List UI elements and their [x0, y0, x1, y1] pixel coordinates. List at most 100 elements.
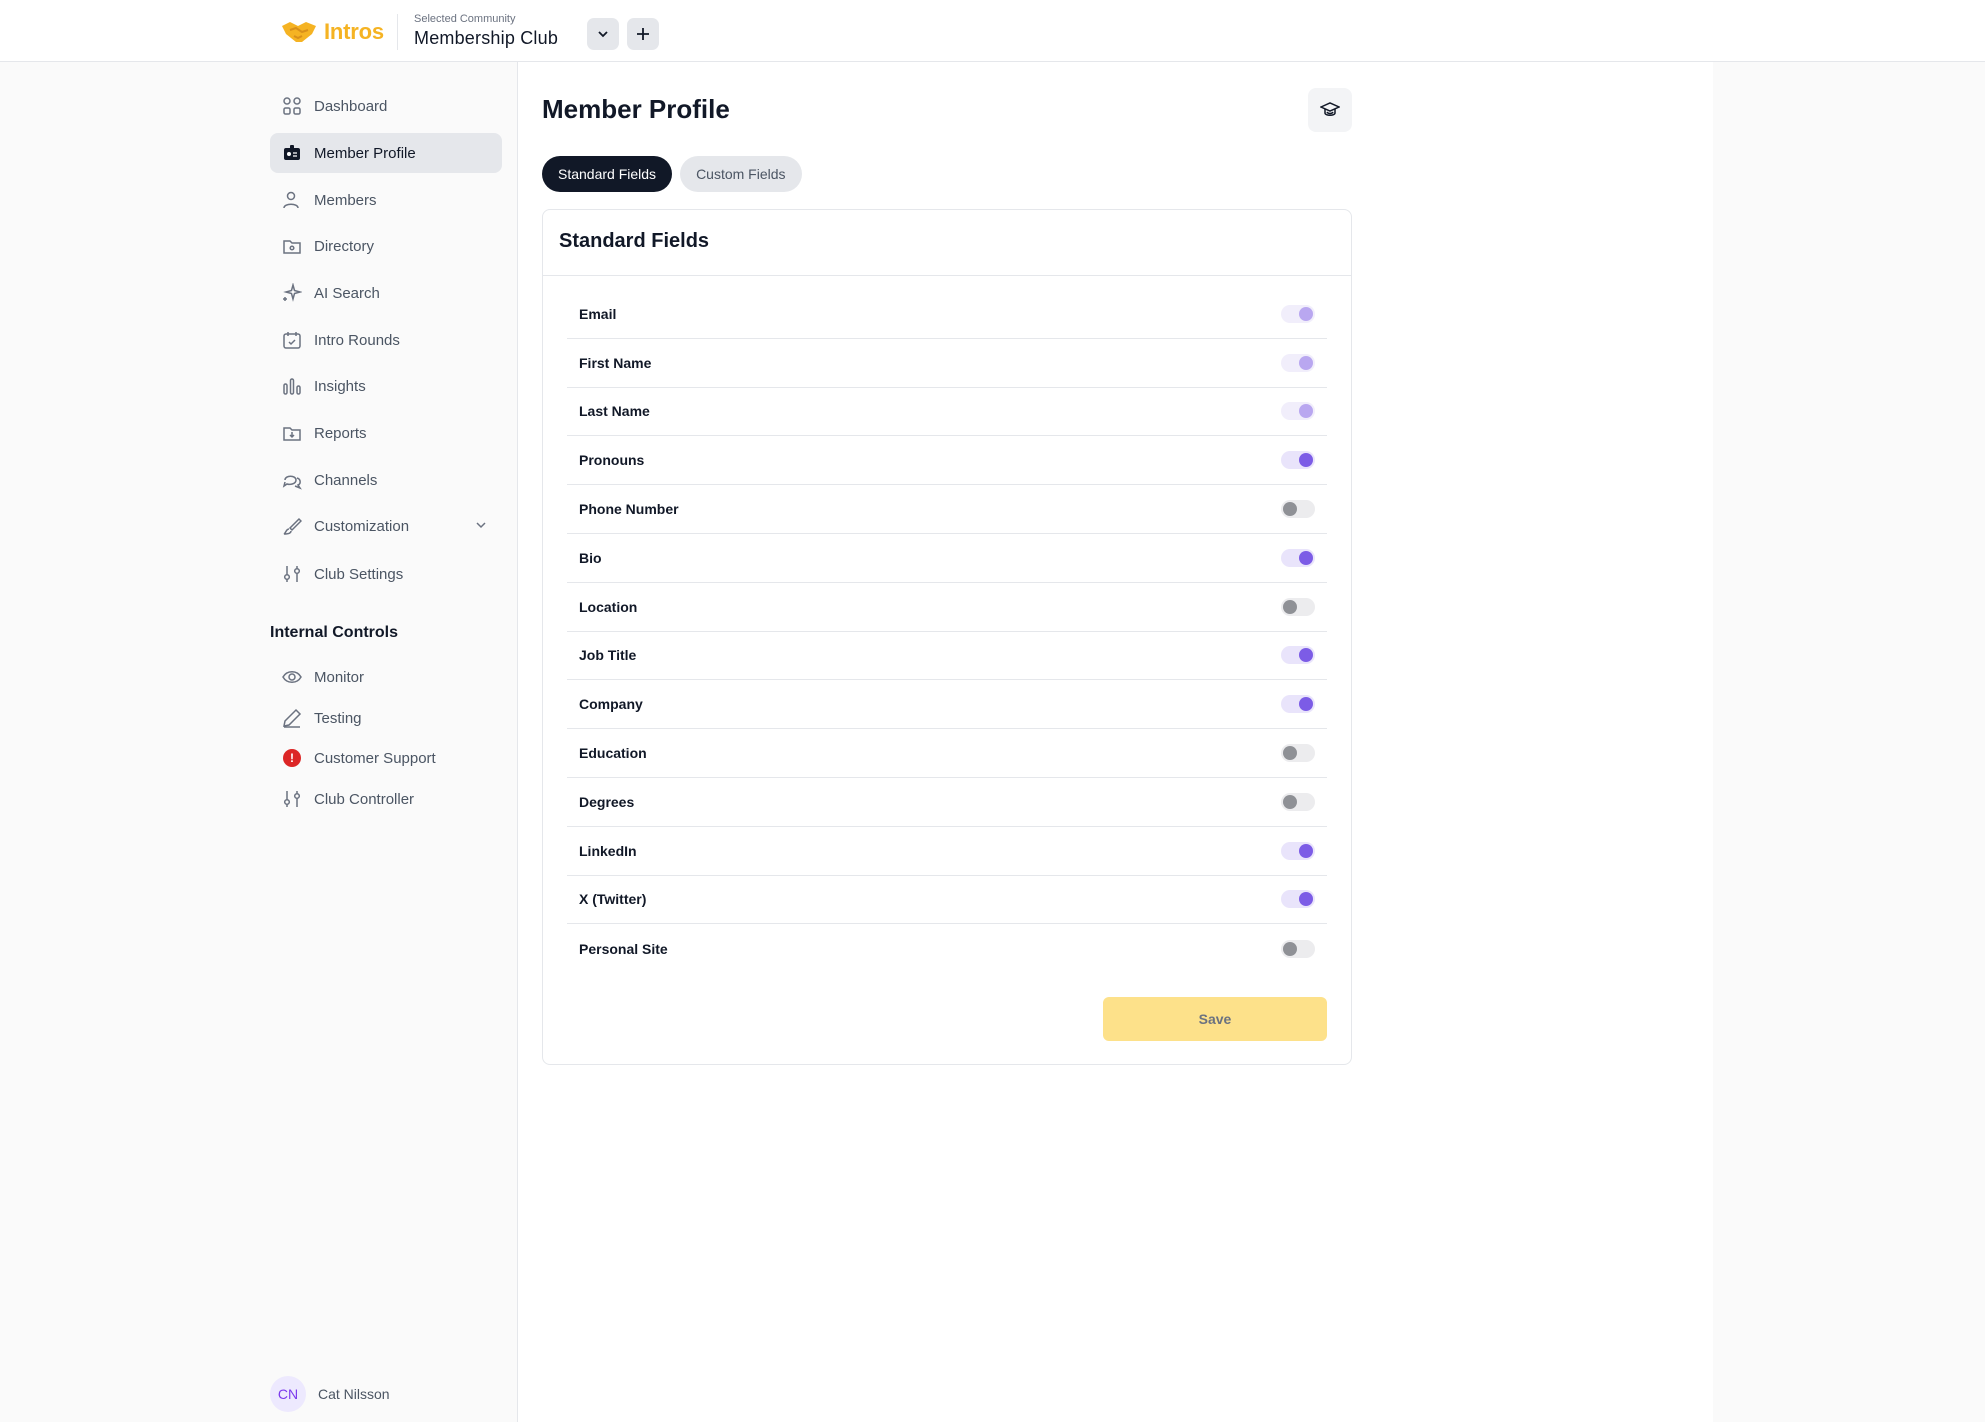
sidebar-item-customization[interactable]: Customization	[270, 506, 502, 546]
field-toggle[interactable]	[1281, 939, 1315, 958]
field-label: Phone Number	[579, 501, 679, 518]
field-row: Job Title	[567, 632, 1327, 681]
community-dropdown-button[interactable]	[587, 18, 619, 50]
field-row: Pronouns	[567, 436, 1327, 486]
toggle-knob	[1283, 746, 1297, 761]
field-row: Bio	[567, 534, 1327, 583]
field-toggle[interactable]	[1281, 451, 1315, 470]
toggle-knob	[1299, 648, 1313, 663]
card-header: Standard Fields	[543, 210, 1351, 276]
field-row: First Name	[567, 339, 1327, 388]
sidebar-item-ai-search[interactable]: AI Search	[270, 273, 502, 313]
sidebar-item-monitor[interactable]: Monitor	[270, 657, 502, 697]
sidebar-item-intro-rounds[interactable]: Intro Rounds	[270, 320, 502, 360]
field-toggle[interactable]	[1281, 744, 1315, 763]
sparkle-icon	[282, 283, 302, 303]
toggle-knob	[1283, 941, 1297, 956]
sidebar-item-club-controller[interactable]: Club Controller	[270, 779, 502, 819]
plus-icon	[637, 28, 649, 40]
sidebar-item-label: Insights	[314, 377, 366, 395]
pencil-icon	[282, 708, 302, 728]
sidebar-item-club-settings[interactable]: Club Settings	[270, 554, 502, 594]
fields-list: Email First Name Last Name Pronouns Phone Nu…	[567, 290, 1327, 973]
calendar-icon	[282, 330, 302, 350]
field-toggle[interactable]	[1281, 841, 1315, 860]
sidebar-item-label: AI Search	[314, 284, 380, 302]
community-name: Membership Club	[414, 28, 559, 48]
bar-chart-icon	[282, 376, 302, 396]
toggle-knob	[1299, 697, 1313, 712]
user-name: Cat Nilsson	[318, 1386, 390, 1402]
avatar: CN	[270, 1376, 306, 1412]
field-row: LinkedIn	[567, 827, 1327, 876]
users-icon	[282, 190, 302, 210]
app-logo[interactable]: Intros	[280, 18, 384, 46]
grid-icon	[282, 96, 302, 116]
field-toggle[interactable]	[1281, 792, 1315, 811]
field-toggle[interactable]	[1281, 646, 1315, 665]
sidebar-item-label: Channels	[314, 471, 378, 489]
field-toggle[interactable]	[1281, 597, 1315, 616]
sidebar-item-testing[interactable]: Testing	[270, 698, 502, 738]
field-toggle	[1281, 353, 1315, 372]
sidebar-item-label: Club Settings	[314, 565, 404, 583]
field-label: X (Twitter)	[579, 891, 647, 908]
field-row: Phone Number	[567, 485, 1327, 534]
field-label: Education	[579, 745, 647, 762]
toggle-knob	[1299, 550, 1313, 565]
sidebar: Dashboard Member Profile Members Directo…	[254, 62, 518, 1422]
community-selector: Selected Community Membership Club	[414, 12, 558, 50]
field-row: Education	[567, 729, 1327, 778]
sidebar-item-label: Directory	[314, 237, 375, 255]
save-button[interactable]: Save	[1103, 997, 1327, 1041]
field-toggle	[1281, 402, 1315, 421]
sidebar-item-reports[interactable]: Reports	[270, 413, 502, 453]
user-profile[interactable]: CN Cat Nilsson	[270, 1376, 390, 1412]
toggle-knob	[1283, 599, 1297, 614]
folder-download-icon	[282, 423, 302, 443]
sidebar-item-members[interactable]: Members	[270, 180, 502, 220]
field-row: Location	[567, 583, 1327, 632]
field-row: Personal Site	[567, 924, 1327, 973]
main-content: Member Profile Standard Fields Custom Fi…	[518, 62, 1713, 1422]
help-button[interactable]	[1308, 88, 1352, 132]
standard-fields-card: Standard Fields Email First Name Last Name…	[542, 209, 1352, 1065]
toggle-knob	[1283, 502, 1297, 517]
toggle-knob	[1299, 453, 1313, 468]
add-community-button[interactable]	[627, 18, 659, 50]
toggle-knob	[1299, 892, 1313, 907]
toggle-knob	[1299, 404, 1313, 419]
card-title: Standard Fields	[559, 230, 710, 252]
sidebar-item-insights[interactable]: Insights	[270, 366, 502, 406]
internal-controls-heading: Internal Controls	[270, 624, 399, 641]
tabs: Standard Fields Custom Fields	[542, 156, 802, 192]
app-name: Intros	[324, 19, 384, 44]
sidebar-item-label: Members	[314, 191, 377, 209]
sliders-icon	[282, 564, 302, 584]
sidebar-item-label: Reports	[314, 424, 367, 442]
field-toggle[interactable]	[1281, 890, 1315, 909]
sliders-icon	[282, 789, 302, 809]
sidebar-item-label: Customer Support	[314, 749, 436, 767]
sidebar-item-channels[interactable]: Channels	[270, 460, 502, 500]
field-toggle[interactable]	[1281, 500, 1315, 519]
field-label: First Name	[579, 354, 652, 371]
top-divider	[397, 14, 398, 50]
sidebar-item-label: Monitor	[314, 668, 365, 686]
tab-standard-fields[interactable]: Standard Fields	[542, 156, 673, 192]
field-label: Bio	[579, 549, 602, 566]
sidebar-item-dashboard[interactable]: Dashboard	[270, 86, 502, 126]
brush-icon	[282, 516, 302, 536]
field-toggle[interactable]	[1281, 695, 1315, 714]
field-toggle[interactable]	[1281, 548, 1315, 567]
sidebar-item-customer-support[interactable]: ! Customer Support	[270, 738, 502, 778]
id-card-icon	[282, 143, 302, 163]
sidebar-item-directory[interactable]: Directory	[270, 226, 502, 266]
chevron-down-icon	[598, 31, 608, 38]
top-bar: Intros Selected Community Membership Clu…	[0, 0, 1985, 62]
tab-custom-fields[interactable]: Custom Fields	[680, 156, 802, 192]
field-label: Pronouns	[579, 452, 645, 469]
toggle-knob	[1299, 306, 1313, 321]
sidebar-item-member-profile[interactable]: Member Profile	[270, 133, 502, 173]
field-label: Degrees	[579, 793, 635, 810]
